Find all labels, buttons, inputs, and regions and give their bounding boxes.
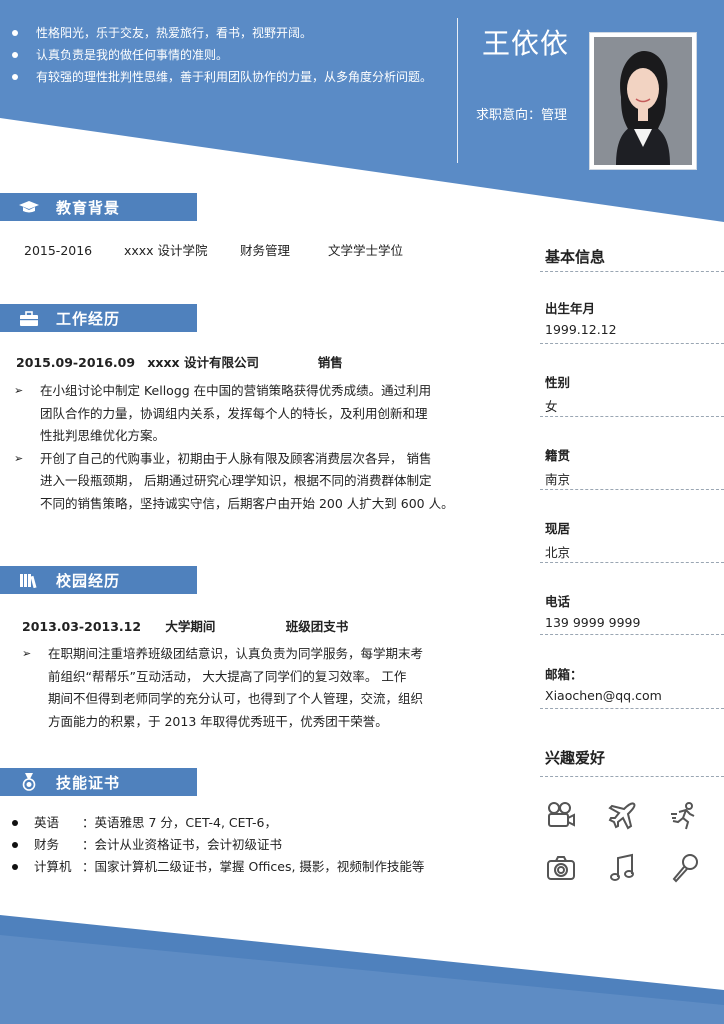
campus-row: 2013.03-2013.12 大学期间 班级团支书	[22, 616, 348, 635]
intro-item: 有较强的理性批判性思维，善于利用团队协作的力量，从多角度分析问题。	[10, 66, 450, 88]
divider	[540, 271, 724, 272]
header-divider	[457, 18, 458, 163]
list-item: 财务 ：会计从业资格证书，会计初级证书	[10, 834, 424, 856]
work-company: xxxx 设计有限公司	[147, 355, 259, 370]
work-role: 销售	[317, 355, 343, 370]
list-item: 在职期间注重培养班级团结意识，认真负责为同学服务，每学期末考 前组织“帮帮乐”互…	[22, 643, 452, 733]
campus-title: 校园经历	[56, 571, 121, 590]
skills-section-header: 技能证书	[0, 768, 197, 796]
education-title: 教育背景	[56, 198, 121, 217]
skills-title: 技能证书	[56, 773, 121, 792]
divider	[540, 343, 724, 344]
birth-value: 1999.12.12	[545, 322, 617, 337]
phone-value: 139 9999 9999	[545, 615, 641, 630]
gender-label: 性别	[545, 375, 571, 390]
email-label: 邮箱：	[545, 667, 583, 682]
divider	[540, 708, 724, 709]
residence-label: 现居	[545, 521, 571, 536]
work-title: 工作经历	[56, 309, 121, 328]
film-camera-icon	[544, 799, 578, 833]
music-note-icon	[606, 851, 640, 885]
birth-label: 出生年月	[545, 301, 596, 316]
campus-bullets: 在职期间注重培养班级团结意识，认真负责为同学服务，每学期末考 前组织“帮帮乐”互…	[22, 643, 452, 733]
education-major: 财务管理	[239, 243, 290, 258]
job-intent: 求职意向：管理	[476, 108, 568, 123]
intro-item: 性格阳光，乐于交友，热爱旅行，看书，视野开阔。	[10, 22, 450, 44]
hometown-value: 南京	[545, 472, 571, 487]
hobbies-title: 兴趣爱好	[545, 749, 606, 767]
microphone-icon	[668, 851, 702, 885]
intro-item: 认真负责是我的做任何事情的准则。	[10, 44, 450, 66]
self-introduction: 性格阳光，乐于交友，热爱旅行，看书，视野开阔。 认真负责是我的做任何事情的准则。…	[10, 22, 450, 88]
phone-label: 电话	[545, 594, 571, 609]
divider	[540, 416, 724, 417]
education-years: 2015-2016	[24, 243, 93, 258]
list-item: 计算机 ：国家计算机二级证书，掌握 Offices, 摄影，视频制作技能等	[10, 856, 424, 878]
campus-period: 2013.03-2013.12	[22, 619, 142, 634]
divider	[540, 776, 724, 777]
candidate-name: 王依依	[482, 27, 570, 60]
campus-role: 班级团支书	[285, 619, 349, 634]
briefcase-icon	[18, 309, 40, 327]
basic-info-title: 基本信息	[545, 248, 606, 266]
list-item: 开创了自己的代购事业，初期由于人脉有限及顾客消费层次各异， 销售 进入一段瓶颈期…	[14, 448, 454, 516]
work-period: 2015.09-2016.09	[16, 355, 136, 370]
campus-org: 大学期间	[165, 619, 216, 634]
gender-value: 女	[545, 399, 558, 414]
camera-icon	[544, 851, 578, 885]
books-icon	[18, 571, 40, 589]
work-bullets: 在小组讨论中制定 Kellogg 在中国的营销策略获得优秀成绩。通过利用 团队合…	[14, 380, 454, 515]
education-school: xxxx 设计学院	[123, 243, 208, 258]
graduation-cap-icon	[18, 198, 40, 216]
list-item: 英语 ：英语雅思 7 分，CET-4, CET-6，	[10, 812, 424, 834]
running-icon	[668, 799, 702, 833]
email-value[interactable]: Xiaochen@qq.com	[545, 688, 662, 703]
campus-section-header: 校园经历	[0, 566, 197, 594]
airplane-icon	[606, 799, 640, 833]
medal-icon	[18, 773, 40, 791]
hometown-label: 籍贯	[545, 448, 571, 463]
education-degree: 文学学士学位	[327, 243, 403, 258]
skills-list: 英语 ：英语雅思 7 分，CET-4, CET-6， 财务 ：会计从业资格证书，会计…	[10, 812, 424, 878]
divider	[540, 634, 724, 635]
profile-photo	[589, 32, 697, 170]
divider	[540, 562, 724, 563]
education-row: 2015-2016 xxxx 设计学院 财务管理 文学学士学位	[24, 240, 403, 259]
work-row: 2015.09-2016.09 xxxx 设计有限公司 销售	[16, 352, 343, 371]
work-section-header: 工作经历	[0, 304, 197, 332]
residence-value: 北京	[545, 545, 571, 560]
education-section-header: 教育背景	[0, 193, 197, 221]
portrait-image	[594, 37, 692, 165]
divider	[540, 489, 724, 490]
list-item: 在小组讨论中制定 Kellogg 在中国的营销策略获得优秀成绩。通过利用 团队合…	[14, 380, 454, 448]
